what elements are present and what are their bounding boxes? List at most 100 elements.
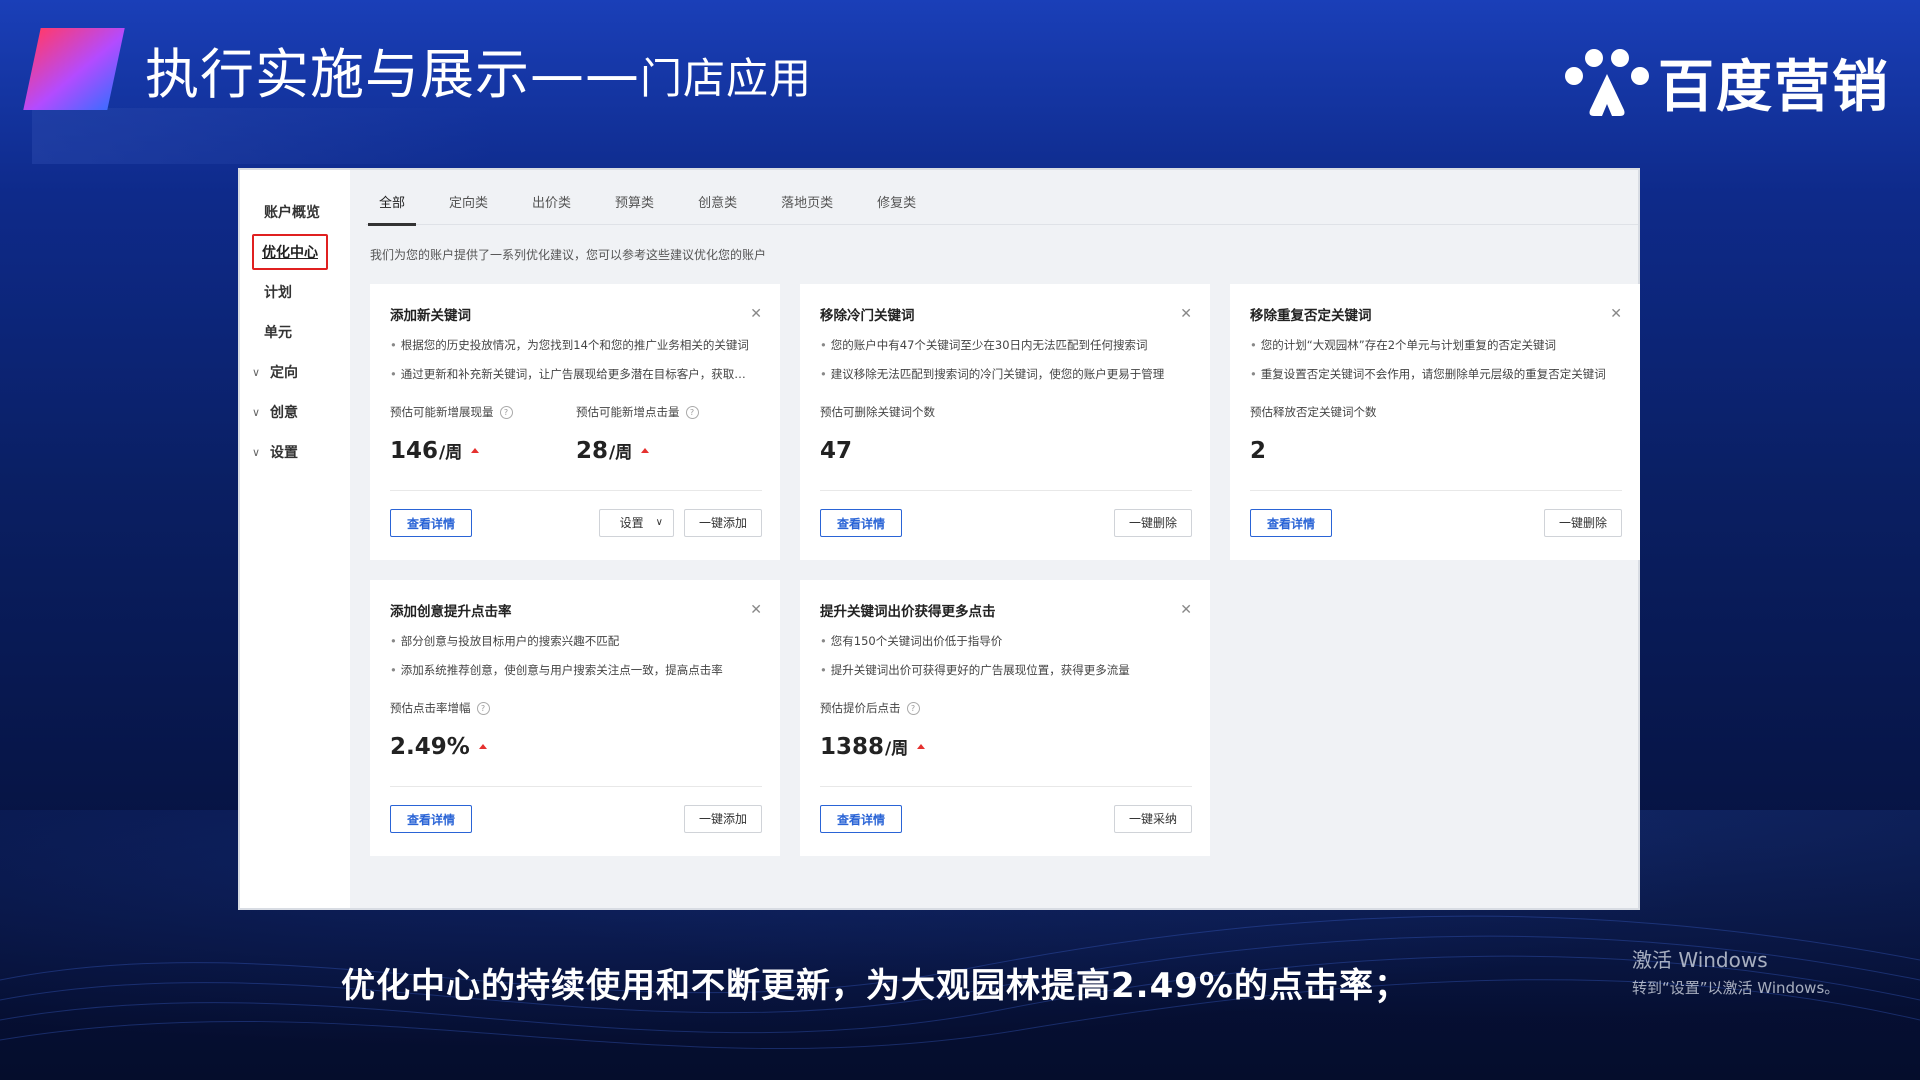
card-bullet: 部分创意与投放目标用户的搜索兴趣不匹配 <box>390 633 755 649</box>
info-icon[interactable]: ? <box>499 405 513 419</box>
sidebar-item-label: 设置 <box>270 445 298 461</box>
page-title-sub: 门店应用 <box>640 54 813 103</box>
sidebar-item-plan[interactable]: 计划 <box>240 272 350 312</box>
metric-value: 47 <box>820 438 1006 464</box>
card-title: 添加新关键词 <box>390 308 471 324</box>
card-metrics: 预估提价后点击 ? 1388/周 <box>820 700 1192 760</box>
windows-activation-watermark: 激活 Windows 转到“设置”以激活 Windows。 <box>1632 944 1839 998</box>
close-icon[interactable]: ✕ <box>750 306 762 322</box>
close-icon[interactable]: ✕ <box>1610 306 1622 322</box>
metric-number: 28 <box>576 438 609 464</box>
delete-all-button[interactable]: 一键删除 <box>1113 509 1192 537</box>
card-actions: 查看详情 一键删除 <box>1250 508 1622 538</box>
metric-label: 预估点击率增幅 ? <box>390 700 576 716</box>
card-bullet: 您的计划“大观园林”存在2个单元与计划重复的否定关键词 <box>1250 337 1615 353</box>
tab-bidding[interactable]: 出价类 <box>521 180 582 225</box>
card-actions: 查看详情 一键删除 <box>820 508 1192 538</box>
metric-number: 2.49% <box>390 734 470 760</box>
card-title: 添加创意提升点击率 <box>390 604 512 620</box>
tab-landing-page[interactable]: 落地页类 <box>770 180 844 225</box>
sidebar-item-account-overview[interactable]: 账户概览 <box>240 192 350 232</box>
metric-value: 2.49% <box>390 734 576 760</box>
adopt-all-button[interactable]: 一键采纳 <box>1113 805 1192 833</box>
card-divider <box>390 490 762 491</box>
card-title: 移除冷门关键词 <box>820 308 915 324</box>
card-actions: 查看详情 设置 ∨ 一键添加 <box>390 508 762 538</box>
chevron-down-icon: ∨ <box>655 517 663 528</box>
suggestion-card-remove-duplicate-negatives: 移除重复否定关键词 ✕ 您的计划“大观园林”存在2个单元与计划重复的否定关键词 … <box>1230 284 1640 560</box>
suggestion-card-raise-bids: 提升关键词出价获得更多点击 ✕ 您有150个关键词出价低于指导价 提升关键词出价… <box>800 580 1210 856</box>
metric-label: 预估释放否定关键词个数 <box>1250 404 1436 420</box>
view-details-button[interactable]: 查看详情 <box>390 509 473 537</box>
card-bullet: 通过更新和补充新关键词，让广告展现给更多潜在目标客户，获取更多流量 <box>390 366 755 382</box>
view-details-button[interactable]: 查看详情 <box>820 805 903 833</box>
card-actions: 查看详情 一键采纳 <box>820 804 1192 834</box>
card-divider <box>820 490 1192 491</box>
main-content: 全部 定向类 出价类 预算类 创意类 落地页类 修复类 我们为您的账户提供了一系… <box>366 170 1640 908</box>
baidu-paw-icon <box>1565 48 1649 116</box>
view-details-button[interactable]: 查看详情 <box>390 805 473 833</box>
sidebar-item-label: 优化中心 <box>252 234 328 270</box>
sidebar-item-settings[interactable]: ∨ 设置 <box>240 432 350 472</box>
add-all-button[interactable]: 一键添加 <box>683 509 762 537</box>
metric-unit: /周 <box>885 739 909 759</box>
sidebar-item-label: 账户概览 <box>264 205 320 221</box>
sidebar-item-optimization-center[interactable]: 优化中心 <box>240 232 350 272</box>
view-details-button[interactable]: 查看详情 <box>1250 509 1333 537</box>
sidebar-item-creative[interactable]: ∨ 创意 <box>240 392 350 432</box>
sidebar-item-label: 单元 <box>264 325 292 341</box>
metric: 预估点击率增幅 ? 2.49% <box>390 700 576 760</box>
card-metrics: 预估可能新增展现量 ? 146/周 预估可能新增点击量 ? 28/周 <box>390 404 762 464</box>
metric-number: 146 <box>390 438 439 464</box>
tab-all[interactable]: 全部 <box>368 180 417 226</box>
metric-value: 28/周 <box>576 438 762 464</box>
delete-all-button[interactable]: 一键删除 <box>1543 509 1622 537</box>
settings-select[interactable]: 设置 ∨ <box>598 509 674 537</box>
info-icon[interactable]: ? <box>906 701 920 715</box>
page-title: 执行实施与展示——门店应用 <box>145 30 812 109</box>
metric: 预估释放否定关键词个数 2 <box>1250 404 1436 464</box>
tab-creative[interactable]: 创意类 <box>687 180 748 225</box>
chevron-down-icon: ∨ <box>252 405 261 419</box>
card-bullet: 添加系统推荐创意，使创意与用户搜索关注点一致，提高点击率 <box>390 662 755 678</box>
sidebar-item-label: 定向 <box>270 365 298 381</box>
card-metrics: 预估可删除关键词个数 47 <box>820 404 1192 464</box>
app-screenshot-panel: 账户概览 优化中心 计划 单元 ∨ 定向 ∨ 创意 ∨ 设置 全部 定向类 出价… <box>238 168 1640 910</box>
card-metrics: 预估点击率增幅 ? 2.49% <box>390 700 762 760</box>
card-bullet: 建议移除无法匹配到搜索词的冷门关键词，使您的账户更易于管理 <box>820 366 1185 382</box>
metric-unit: /周 <box>609 443 633 463</box>
info-icon[interactable]: ? <box>476 701 490 715</box>
tab-budget[interactable]: 预算类 <box>604 180 665 225</box>
caption-text: 优化中心的持续使用和不断更新，为大观园林提高2.49%的点击率； <box>341 966 1409 1006</box>
chevron-down-icon: ∨ <box>252 365 261 379</box>
arrow-up-icon <box>478 744 487 749</box>
info-icon[interactable]: ? <box>685 405 699 419</box>
card-title: 提升关键词出价获得更多点击 <box>820 604 996 620</box>
sidebar-item-targeting[interactable]: ∨ 定向 <box>240 352 350 392</box>
close-icon[interactable]: ✕ <box>1180 306 1192 322</box>
page-title-main: 执行实施与展示—— <box>145 43 640 106</box>
view-details-button[interactable]: 查看详情 <box>820 509 903 537</box>
tab-targeting[interactable]: 定向类 <box>438 180 499 225</box>
metric: 预估可能新增展现量 ? 146/周 <box>390 404 576 464</box>
suggestion-card-remove-cold-keywords: 移除冷门关键词 ✕ 您的账户中有47个关键词至少在30日内无法匹配到任何搜索词 … <box>800 284 1210 560</box>
metric: 预估可删除关键词个数 47 <box>820 404 1006 464</box>
metric-label: 预估可删除关键词个数 <box>820 404 1006 420</box>
close-icon[interactable]: ✕ <box>750 602 762 618</box>
card-metrics: 预估释放否定关键词个数 2 <box>1250 404 1622 464</box>
header-shadow-bar <box>32 108 492 164</box>
sidebar-item-unit[interactable]: 单元 <box>240 312 350 352</box>
metric-label-text: 预估提价后点击 <box>820 701 901 715</box>
metric-value: 1388/周 <box>820 734 1006 760</box>
metric-label-text: 预估可删除关键词个数 <box>820 405 935 419</box>
metric-unit: /周 <box>439 443 463 463</box>
tab-repair[interactable]: 修复类 <box>866 180 927 225</box>
chevron-down-icon: ∨ <box>252 445 261 459</box>
metric-number: 47 <box>820 438 853 464</box>
metric-number: 1388 <box>820 734 885 760</box>
card-divider <box>390 786 762 787</box>
sidebar: 账户概览 优化中心 计划 单元 ∨ 定向 ∨ 创意 ∨ 设置 <box>240 170 350 908</box>
close-icon[interactable]: ✕ <box>1180 602 1192 618</box>
card-divider <box>820 786 1192 787</box>
add-all-button[interactable]: 一键添加 <box>683 805 762 833</box>
